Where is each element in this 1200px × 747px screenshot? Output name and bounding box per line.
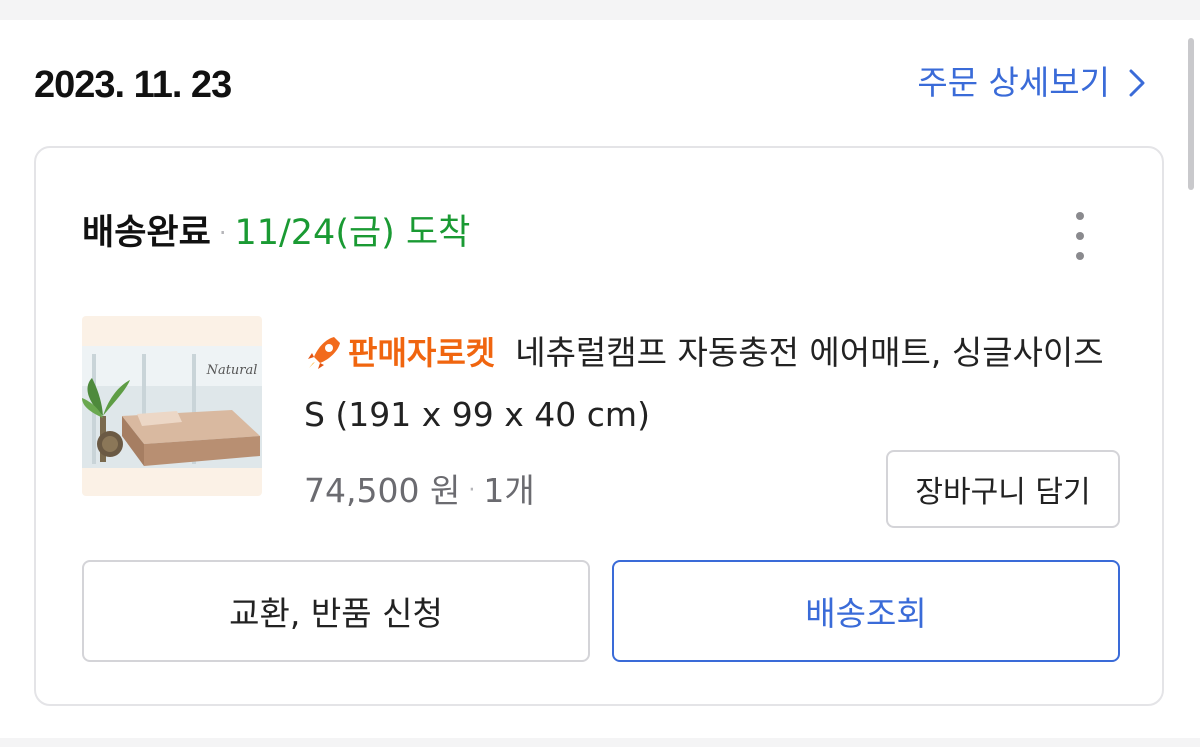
- arrival-date: 11/24(금) 도착: [234, 213, 471, 253]
- product-quantity: 1개: [483, 471, 535, 510]
- product-price: 74,500 원: [304, 471, 461, 510]
- track-delivery-button[interactable]: 배송조회: [612, 560, 1120, 662]
- scrollbar[interactable]: [1188, 38, 1194, 190]
- rocket-icon: [308, 337, 340, 369]
- price-row: 74,500 원 · 1개: [304, 466, 535, 516]
- separator-dot: ·: [468, 478, 476, 503]
- order-date: 2023. 11. 23: [34, 64, 232, 106]
- chevron-right-icon: [1129, 69, 1145, 97]
- order-detail-label: 주문 상세보기: [917, 63, 1110, 102]
- svg-text:Natural: Natural: [206, 363, 258, 378]
- product-title[interactable]: 판매자로켓 네츄럴캠프 자동충전 에어매트, 싱글사이즈 S (191 x 99…: [304, 322, 1124, 446]
- separator-dot: ·: [218, 219, 227, 247]
- order-item-card: 배송완료 · 11/24(금) 도착 Natural 판매자로켓 네츄럴캠프 자…: [34, 146, 1164, 706]
- more-vertical-icon[interactable]: [1068, 212, 1092, 260]
- order-panel: 2023. 11. 23 주문 상세보기 배송완료 · 11/24(금) 도착 …: [0, 20, 1200, 738]
- air-mattress-image: Natural: [82, 316, 262, 496]
- seller-badge-label: 판매자로켓: [348, 334, 496, 372]
- delivery-status-row: 배송완료 · 11/24(금) 도착: [82, 208, 470, 258]
- delivery-status: 배송완료: [82, 213, 211, 253]
- product-thumbnail[interactable]: Natural: [82, 316, 262, 496]
- exchange-return-button[interactable]: 교환, 반품 신청: [82, 560, 590, 662]
- order-detail-link[interactable]: 주문 상세보기: [917, 60, 1146, 106]
- seller-rocket-badge: 판매자로켓: [304, 322, 495, 384]
- add-to-cart-button[interactable]: 장바구니 담기: [886, 450, 1120, 528]
